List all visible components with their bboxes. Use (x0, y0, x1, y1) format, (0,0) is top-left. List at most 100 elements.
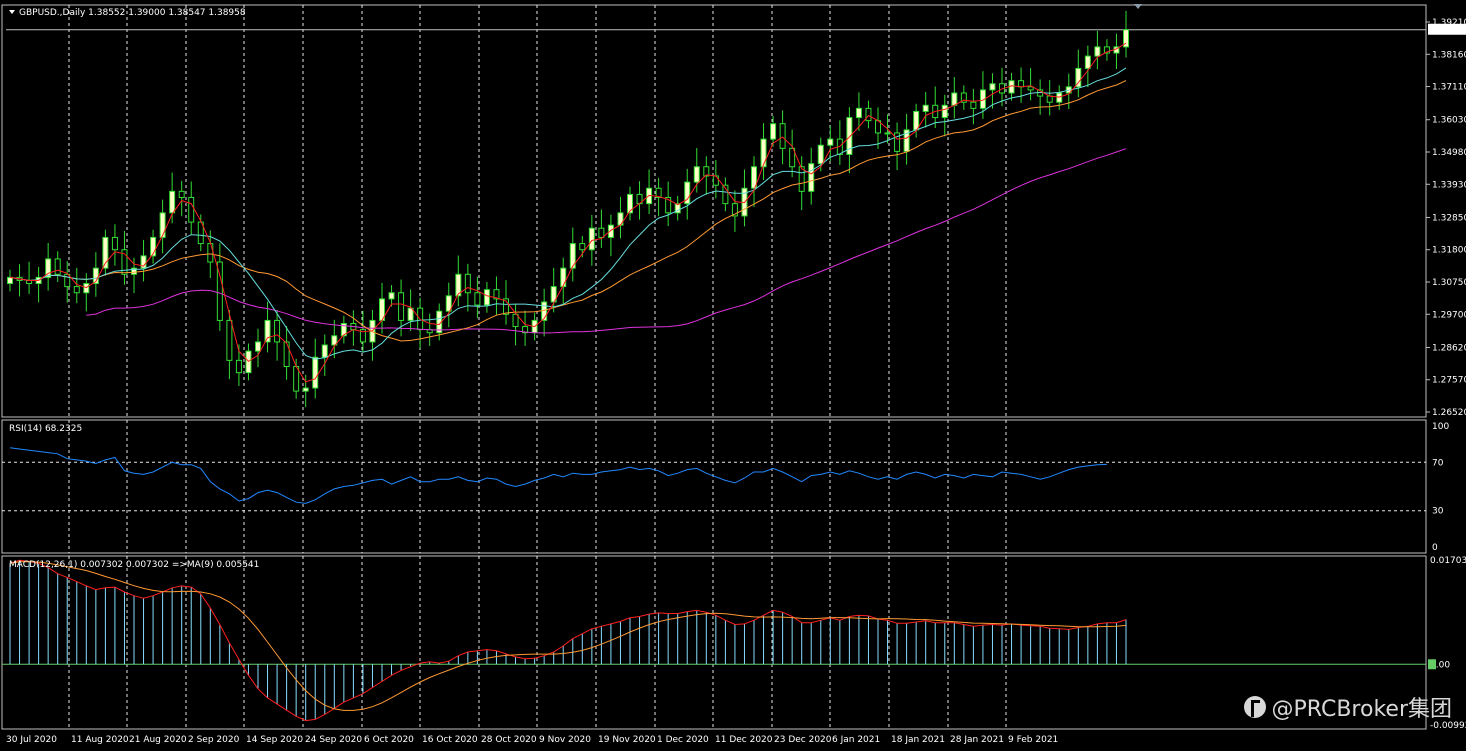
candle-body (274, 319, 281, 343)
shift-marker-icon (1134, 4, 1142, 9)
candle-body (798, 166, 805, 192)
time-axis-label: 9 Nov 2020 (539, 735, 591, 745)
candle-body (579, 243, 586, 251)
candle-body (302, 387, 309, 392)
candle-body (111, 236, 118, 251)
candle-body (865, 107, 872, 122)
macd-panel (1, 555, 1427, 730)
candle-body (483, 289, 490, 306)
price-axis-label: 1.31800 (1432, 246, 1466, 256)
ma-mid-line (9, 67, 1127, 360)
candle-body (1046, 95, 1053, 103)
candle-body (474, 292, 481, 306)
chart-canvas[interactable]: 30 Jul 2020 11 Aug 2020 21 Aug 2020 2 Sep 2… (0, 0, 1466, 751)
price-axis-label: 1.38160 (1432, 50, 1466, 60)
macd-line (9, 559, 1127, 722)
price-axis-label: 1.34980 (1432, 148, 1466, 158)
price-axis-label: 1.33930 (1432, 180, 1466, 190)
candle-body (312, 356, 319, 389)
macd-label: MACD(12,26,1) 0.007302 0.007302 =>MA(9) … (9, 560, 259, 570)
candle-body (188, 196, 195, 223)
collapse-arrow-icon (9, 10, 15, 14)
candle-body (178, 190, 185, 198)
ma-long-line (86, 148, 1127, 334)
candle-body (321, 344, 328, 358)
candle-body (73, 286, 80, 294)
price-axis-label: 1.26520 (1432, 408, 1466, 418)
time-axis-label: 30 Jul 2020 (6, 735, 57, 745)
price-axis-label: 1.28620 (1432, 343, 1466, 353)
candle-body (7, 276, 13, 285)
price-axis-label: 1.29700 (1432, 310, 1466, 320)
candle-body (207, 243, 214, 263)
candle-body (913, 110, 920, 131)
candle-body (693, 166, 700, 183)
price-axis-label: 1.30750 (1432, 278, 1466, 288)
time-axis-label: 14 Sep 2020 (246, 735, 303, 745)
rsi-axis-label: 0 (1432, 543, 1438, 553)
candle-body (779, 123, 786, 149)
candle-body (588, 227, 595, 251)
price-panel (1, 4, 1427, 418)
time-axis-label: 11 Dec 2020 (715, 735, 773, 745)
candle-body (169, 190, 176, 214)
candle-body (817, 144, 824, 165)
candle-body (760, 138, 767, 168)
time-axis-label: 24 Sep 2020 (305, 735, 362, 745)
candle-body (398, 292, 405, 321)
price-axis-label: 1.27570 (1432, 376, 1466, 386)
macd-axis-label: 0.017035 (1430, 556, 1466, 566)
candle-body (83, 283, 90, 294)
time-axis-label: 21 Aug 2020 (129, 735, 187, 745)
candle-body (884, 132, 891, 135)
time-axis-label: 18 Jan 2021 (891, 735, 945, 745)
ma-fast-line (9, 42, 1127, 383)
time-axis-label: 28 Jan 2021 (950, 735, 1004, 745)
rsi-line (9, 447, 1107, 504)
time-axis-label: 6 Jan 2021 (832, 735, 880, 745)
price-axis-label: 1.37110 (1432, 83, 1466, 93)
time-axis-label: 6 Oct 2020 (364, 735, 414, 745)
candle-body (970, 101, 977, 109)
macd-zero-marker (1428, 659, 1436, 670)
time-axis-label: 2 Sep 2020 (188, 735, 240, 745)
candle-body (941, 104, 948, 119)
candle-body (1094, 46, 1101, 57)
candle-body (464, 273, 471, 294)
candle-body (54, 258, 61, 275)
rsi-axis-label: 100 (1432, 422, 1449, 432)
candle-body (770, 123, 777, 140)
rsi-panel (1, 419, 1427, 554)
candle-body (1084, 55, 1091, 69)
candle-body (159, 212, 166, 238)
time-axis-label: 16 Oct 2020 (422, 735, 478, 745)
current-price-label: 1.38958 (1430, 26, 1466, 36)
price-axis-label: 1.36030 (1432, 116, 1466, 126)
rsi-axis-label: 70 (1432, 458, 1444, 468)
macd-signal-line (9, 561, 1127, 711)
candle-body (388, 292, 395, 300)
rsi-axis-label: 30 (1432, 507, 1444, 517)
candle-body (235, 359, 242, 374)
candle-body (512, 313, 519, 328)
candle-body (226, 319, 233, 361)
time-axis-label: 9 Feb 2021 (1008, 735, 1058, 745)
candle-body (1018, 80, 1025, 88)
time-axis-label: 11 Aug 2020 (71, 735, 129, 745)
candle-body (827, 138, 834, 146)
watermark: @PRCBroker集团 (1243, 691, 1452, 723)
rsi-label: RSI(14) 68.2325 (9, 424, 82, 434)
time-axis-label: 28 Oct 2020 (481, 735, 537, 745)
candle-body (712, 175, 719, 186)
candle-body (951, 92, 958, 106)
time-axis-label: 19 Nov 2020 (598, 735, 656, 745)
candle-body (255, 341, 261, 352)
time-axis-label: 23 Dec 2020 (774, 735, 832, 745)
price-axis-label: 1.32850 (1432, 213, 1466, 223)
symbol-info-label: GBPUSD.,Daily 1.38552 1.39000 1.38547 1.… (19, 8, 246, 18)
candle-body (808, 163, 815, 192)
candle-body (855, 107, 862, 119)
time-axis-label: 1 Dec 2020 (657, 735, 709, 745)
candle-body (598, 227, 605, 238)
candle-body (989, 83, 996, 91)
